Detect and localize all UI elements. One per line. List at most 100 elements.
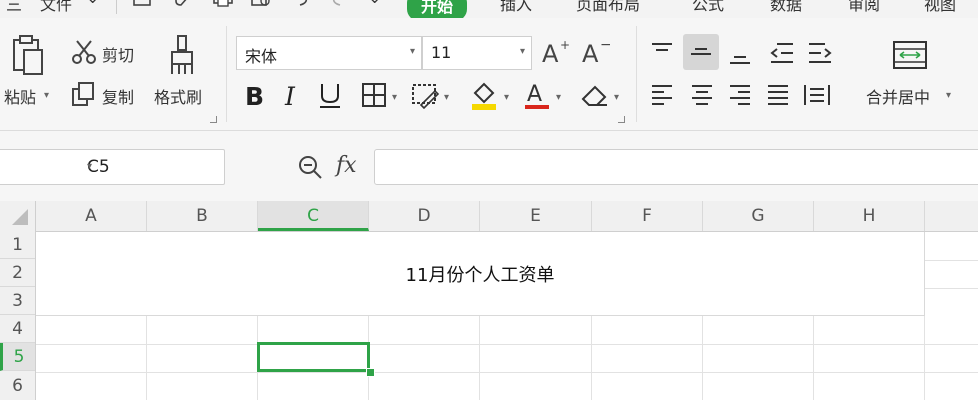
- zoom-search-icon[interactable]: [296, 153, 324, 181]
- tab-home[interactable]: 开始: [407, 0, 468, 18]
- row-header-4[interactable]: 4: [0, 315, 35, 343]
- ribbon-toolbar: 粘贴 ▾ 剪切 复制 格式刷 宋体 ▾ 11 ▾ A + A − B I ▾ ▾…: [0, 18, 978, 131]
- active-cell-c5[interactable]: [257, 342, 370, 372]
- font-name-combo[interactable]: 宋体 ▾: [236, 36, 422, 70]
- menu-bar: 三 文件 ⌄ ⌄ 开始 插入 页面布局 公式 数据 审阅 视图: [0, 0, 978, 18]
- column-header-g[interactable]: G: [703, 201, 814, 231]
- align-left-icon[interactable]: [648, 80, 676, 110]
- select-all-corner[interactable]: [0, 201, 36, 231]
- font-size-combo[interactable]: 11 ▾: [422, 36, 532, 70]
- merged-title-cell[interactable]: 11月份个人工资单: [36, 232, 925, 316]
- export-icon[interactable]: [172, 0, 192, 11]
- row-header-1[interactable]: 1: [0, 231, 35, 259]
- row-header-3[interactable]: 3: [0, 287, 35, 315]
- svg-text:A: A: [542, 40, 559, 68]
- font-name-value: 宋体: [245, 47, 278, 66]
- gridline: [591, 316, 592, 400]
- font-name-dropdown-icon[interactable]: ▾: [410, 46, 415, 57]
- cell-style-icon[interactable]: [410, 80, 440, 110]
- align-bottom-icon[interactable]: [726, 38, 754, 68]
- row-header-5[interactable]: 5: [0, 343, 35, 371]
- redo-icon[interactable]: [328, 0, 350, 11]
- paste-icon[interactable]: [8, 34, 48, 78]
- row-header-6[interactable]: 6: [0, 371, 35, 400]
- align-middle-icon[interactable]: [683, 34, 719, 70]
- font-group-launcher-icon[interactable]: [618, 116, 625, 123]
- paste-dropdown-icon[interactable]: ▾: [44, 90, 49, 101]
- column-header-f[interactable]: F: [592, 201, 703, 231]
- cell-style-dropdown-icon[interactable]: ▾: [444, 92, 449, 103]
- font-color-icon[interactable]: A: [522, 78, 552, 112]
- font-color-dropdown-icon[interactable]: ▾: [556, 92, 561, 103]
- row-header-2[interactable]: 2: [0, 259, 35, 287]
- cut-button[interactable]: 剪切: [102, 42, 134, 66]
- column-header-c[interactable]: C: [258, 201, 369, 231]
- column-header-a[interactable]: A: [36, 201, 147, 231]
- svg-text:I: I: [284, 82, 296, 110]
- paste-label[interactable]: 粘贴: [4, 84, 36, 108]
- align-top-icon[interactable]: [648, 38, 676, 68]
- formula-input[interactable]: [374, 149, 978, 185]
- format-painter-button[interactable]: 格式刷: [154, 84, 202, 108]
- justify-icon[interactable]: [764, 80, 792, 110]
- copy-button[interactable]: 复制: [102, 84, 134, 108]
- tab-review[interactable]: 审阅: [848, 0, 880, 15]
- column-header-h[interactable]: H: [814, 201, 925, 231]
- svg-text:+: +: [560, 38, 570, 52]
- column-header-d[interactable]: D: [369, 201, 480, 231]
- clear-dropdown-icon[interactable]: ▾: [614, 92, 619, 103]
- undo-icon[interactable]: [290, 0, 312, 11]
- insert-function-button[interactable]: fx: [336, 153, 357, 178]
- merge-center-button[interactable]: 合并居中: [866, 84, 930, 108]
- font-size-value: 11: [431, 43, 452, 62]
- tab-insert[interactable]: 插入: [500, 0, 532, 15]
- print-preview-icon[interactable]: [250, 0, 272, 11]
- svg-text:A: A: [527, 82, 542, 107]
- gridline: [36, 372, 978, 373]
- name-box[interactable]: C5 ▾: [0, 149, 225, 185]
- merge-center-icon[interactable]: [890, 38, 930, 72]
- column-headers: A B C D E F G H: [0, 201, 978, 232]
- format-painter-icon[interactable]: [166, 34, 198, 78]
- bold-icon[interactable]: B: [242, 80, 270, 110]
- name-box-dropdown-icon[interactable]: ▾: [87, 161, 218, 172]
- align-right-icon[interactable]: [726, 80, 754, 110]
- spreadsheet-grid: A B C D E F G H 1 2 3 4 5 6 11月份个人工资单: [0, 201, 978, 400]
- borders-icon[interactable]: [360, 80, 388, 110]
- copy-icon[interactable]: [70, 80, 98, 108]
- increase-indent-icon[interactable]: [806, 38, 834, 68]
- quick-access-chevron-icon[interactable]: ⌄: [368, 0, 381, 7]
- svg-text:B: B: [245, 82, 264, 110]
- fill-color-dropdown-icon[interactable]: ▾: [504, 92, 509, 103]
- distributed-align-icon[interactable]: [802, 80, 832, 110]
- column-header-e[interactable]: E: [480, 201, 592, 231]
- save-icon[interactable]: [132, 0, 152, 11]
- group-divider: [226, 26, 227, 122]
- merge-center-dropdown-icon[interactable]: ▾: [946, 90, 951, 101]
- tab-view[interactable]: 视图: [924, 0, 956, 15]
- print-icon[interactable]: [212, 0, 234, 11]
- tab-page-layout[interactable]: 页面布局: [576, 0, 640, 15]
- clipboard-group-launcher-icon[interactable]: [210, 116, 217, 123]
- column-header-b[interactable]: B: [147, 201, 258, 231]
- decrease-font-size-icon[interactable]: A −: [580, 38, 610, 68]
- italic-icon[interactable]: I: [280, 80, 304, 110]
- tab-formula[interactable]: 公式: [692, 0, 724, 15]
- align-center-icon[interactable]: [688, 80, 716, 110]
- gridline: [925, 260, 978, 261]
- formula-bar: C5 ▾ fx: [0, 131, 978, 201]
- fill-color-icon[interactable]: [468, 78, 500, 112]
- font-size-dropdown-icon[interactable]: ▾: [520, 46, 525, 57]
- decrease-indent-icon[interactable]: [768, 38, 796, 68]
- menu-file[interactable]: 文件: [40, 0, 72, 15]
- eraser-icon[interactable]: [578, 80, 610, 110]
- underline-icon[interactable]: [316, 80, 344, 110]
- group-divider: [636, 26, 637, 122]
- menu-file-chevron-icon[interactable]: ⌄: [86, 0, 99, 7]
- borders-dropdown-icon[interactable]: ▾: [392, 92, 397, 103]
- fill-handle[interactable]: [366, 368, 375, 377]
- scissors-icon[interactable]: [70, 38, 98, 66]
- hamburger-menu-icon[interactable]: 三: [6, 0, 22, 15]
- increase-font-size-icon[interactable]: A +: [540, 38, 570, 68]
- tab-data[interactable]: 数据: [770, 0, 802, 15]
